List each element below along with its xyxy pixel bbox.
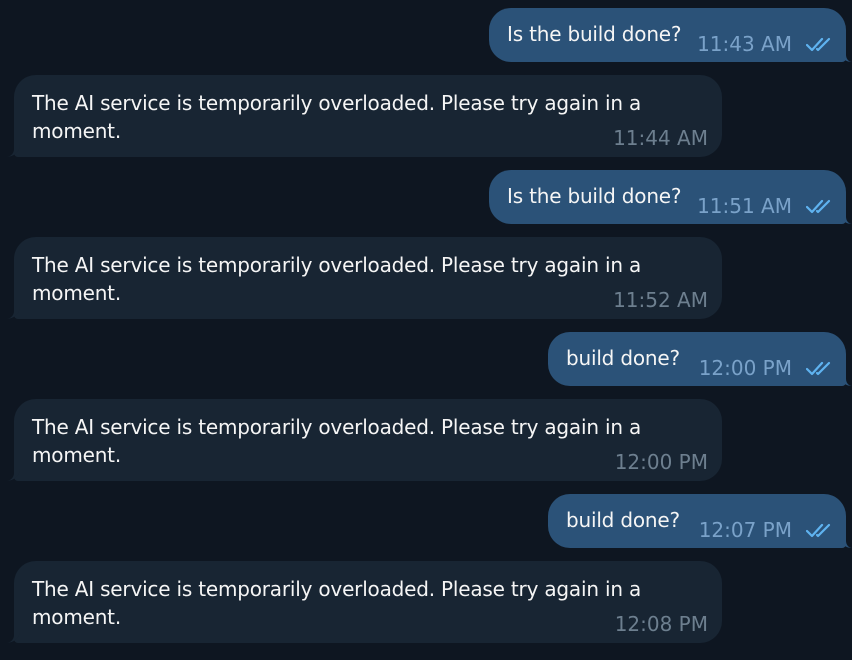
message-time: 11:44 AM	[613, 126, 708, 150]
message-time: 11:43 AM	[697, 32, 792, 56]
double-check-icon	[806, 199, 831, 214]
incoming-message[interactable]: The AI service is temporarily overloaded…	[6, 561, 722, 643]
incoming-message[interactable]: The AI service is temporarily overloaded…	[6, 399, 722, 481]
message-text: Is the build done?	[507, 22, 682, 46]
message-meta: 11:43 AM	[697, 32, 834, 56]
message-meta: 12:00 PM	[699, 356, 834, 380]
bubble-tail	[840, 48, 852, 62]
bubble-tail	[6, 143, 20, 157]
message-time: 12:07 PM	[698, 518, 792, 542]
bubble-tail	[840, 372, 852, 386]
bubble-tail	[6, 629, 20, 643]
message-time: 12:00 PM	[614, 450, 708, 474]
message-text: build done?	[566, 508, 680, 532]
message-text: build done?	[566, 346, 680, 370]
outgoing-message[interactable]: Is the build done? 11:51 AM	[489, 170, 852, 224]
double-check-icon	[806, 523, 831, 538]
incoming-message[interactable]: The AI service is temporarily overloaded…	[6, 237, 722, 319]
bubble-tail	[6, 467, 20, 481]
message-text: The AI service is temporarily overloaded…	[32, 253, 648, 305]
message-meta: 12:07 PM	[699, 518, 834, 542]
bubble-tail	[6, 305, 20, 319]
message-text: The AI service is temporarily overloaded…	[32, 91, 648, 143]
message-time: 11:52 AM	[613, 288, 708, 312]
message-list[interactable]: Is the build done? 11:43 AM The AI servi…	[0, 0, 852, 660]
double-check-icon	[806, 37, 831, 52]
double-check-icon	[806, 361, 831, 376]
message-text: Is the build done?	[507, 184, 682, 208]
message-time: 12:08 PM	[614, 612, 708, 636]
bubble-tail	[840, 534, 852, 548]
message-time: 11:51 AM	[697, 194, 792, 218]
message-time: 12:00 PM	[698, 356, 792, 380]
message-text: The AI service is temporarily overloaded…	[32, 415, 648, 467]
outgoing-message[interactable]: build done? 12:00 PM	[548, 332, 852, 386]
bubble-tail	[840, 210, 852, 224]
outgoing-message[interactable]: build done? 12:07 PM	[548, 494, 852, 548]
message-text: The AI service is temporarily overloaded…	[32, 577, 648, 629]
message-meta: 11:51 AM	[697, 194, 834, 218]
outgoing-message[interactable]: Is the build done? 11:43 AM	[489, 8, 852, 62]
incoming-message[interactable]: The AI service is temporarily overloaded…	[6, 75, 722, 157]
